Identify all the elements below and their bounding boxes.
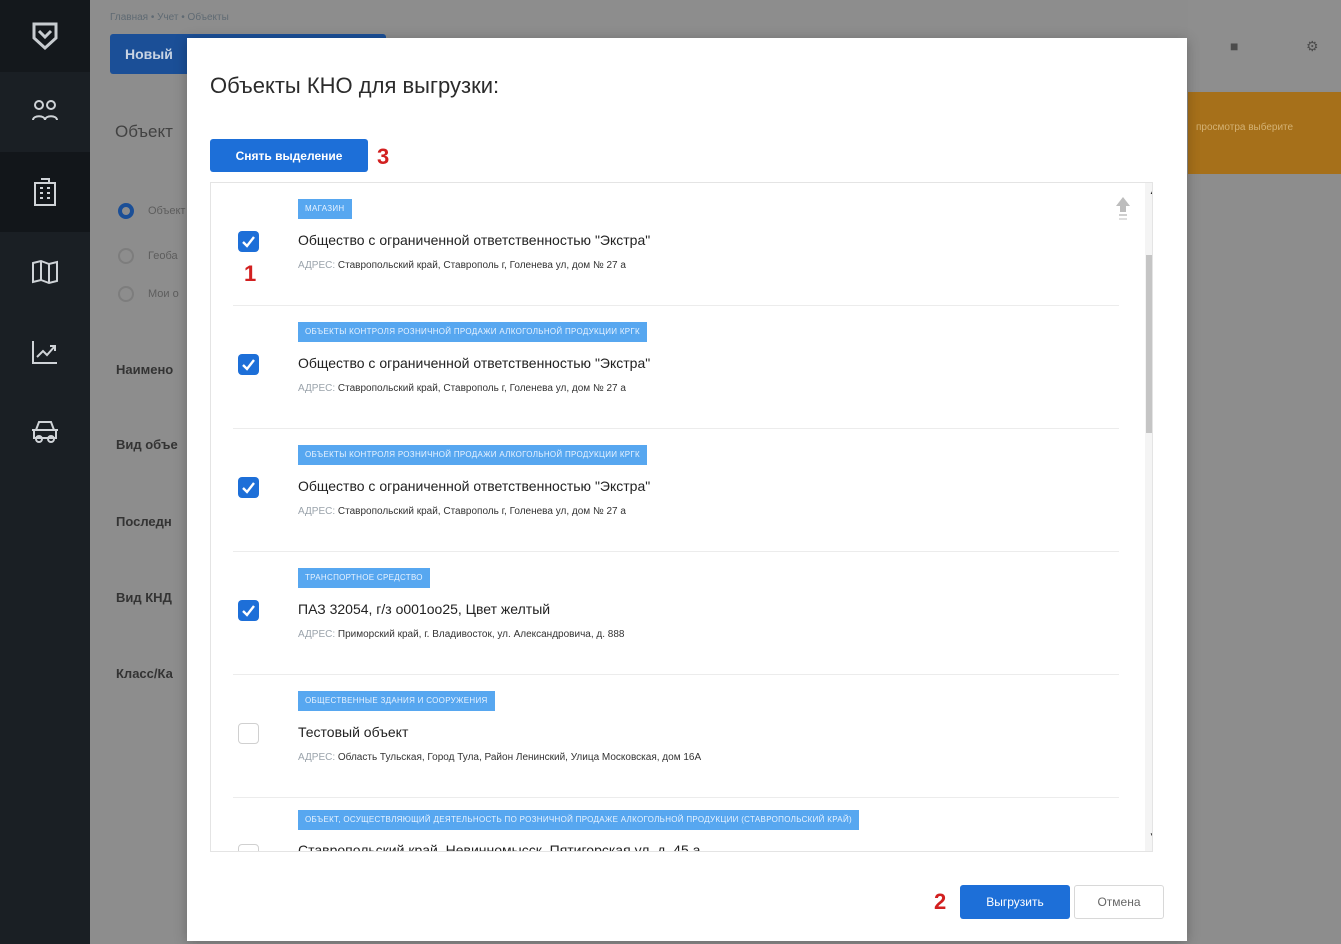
address-value: Область Тульская, Город Тула, Район Лени… <box>337 752 702 763</box>
list-item[interactable]: ОБЪЕКТЫ КОНТРОЛЯ РОЗНИЧНОЙ ПРОДАЖИ АЛКОГ… <box>211 306 1131 429</box>
scroll-down-arrow-icon[interactable]: ▼ <box>1149 831 1152 840</box>
annotation-marker-1: 1 <box>244 261 257 286</box>
field-label: Наимено <box>116 362 174 377</box>
objects-list-viewport: МАГАЗИН Общество с ограниченной ответств… <box>211 183 1131 852</box>
item-checkbox[interactable] <box>238 723 259 744</box>
scroll-to-top-icon[interactable] <box>1115 195 1131 221</box>
section-title: Объект <box>115 122 173 141</box>
list-item[interactable]: ОБЪЕКТ, ОСУЩЕСТВЛЯЮЩИЙ ДЕЯТЕЛЬНОСТЬ ПО Р… <box>211 798 1131 852</box>
item-checkbox[interactable] <box>238 844 259 851</box>
list-item[interactable]: ТРАНСПОРТНОЕ СРЕДСТВО ПАЗ 32054, г/з о00… <box>211 552 1131 675</box>
radio-objects[interactable] <box>118 203 134 219</box>
scrollbar-thumb[interactable] <box>1146 255 1152 433</box>
radio-label: Геоба <box>148 250 178 262</box>
objects-list[interactable]: МАГАЗИН Общество с ограниченной ответств… <box>210 182 1153 852</box>
item-checkbox[interactable] <box>238 600 259 621</box>
list-item[interactable]: ОБЩЕСТВЕННЫЕ ЗДАНИЯ И СООРУЖЕНИЯ Тестовы… <box>211 675 1131 798</box>
item-checkbox[interactable] <box>238 231 259 252</box>
item-name: Ставропольский край, Невинномысск, Пятиг… <box>298 842 701 852</box>
category-tag: ОБЪЕКТЫ КОНТРОЛЯ РОЗНИЧНОЙ ПРОДАЖИ АЛКОГ… <box>298 322 648 342</box>
car-icon[interactable] <box>0 392 90 472</box>
item-address: АДРЕС: Ставропольский край, Ставрополь г… <box>298 506 626 517</box>
item-name: Общество с ограниченной ответственностью… <box>298 478 651 494</box>
address-value: Ставропольский край, Ставрополь г, Голен… <box>337 260 626 271</box>
chart-trend-icon[interactable] <box>0 312 90 392</box>
info-banner: просмотра выберите <box>1188 92 1341 174</box>
item-name: ПАЗ 32054, г/з о001оо25, Цвет желтый <box>298 601 551 617</box>
category-tag: ТРАНСПОРТНОЕ СРЕДСТВО <box>298 568 430 588</box>
address-label: АДРЕС: <box>298 629 336 640</box>
item-address: АДРЕС: Ставропольский край, Ставрополь г… <box>298 260 626 271</box>
address-value: Ставропольский край, Ставрополь г, Голен… <box>337 506 626 517</box>
category-tag: МАГАЗИН <box>298 199 352 219</box>
item-checkbox[interactable] <box>238 354 259 375</box>
cancel-button[interactable]: Отмена <box>1074 885 1164 919</box>
category-tag: ОБЪЕКТ, ОСУЩЕСТВЛЯЮЩИЙ ДЕЯТЕЛЬНОСТЬ ПО Р… <box>298 810 859 830</box>
item-name: Общество с ограниченной ответственностью… <box>298 232 651 248</box>
item-address: АДРЕС: Ставропольский край, Ставрополь г… <box>298 383 626 394</box>
address-value: Ставропольский край, Ставрополь г, Голен… <box>337 383 626 394</box>
export-modal: Объекты КНО для выгрузки: Снять выделени… <box>187 38 1187 941</box>
item-address: АДРЕС: Область Тульская, Город Тула, Рай… <box>298 752 701 763</box>
radio-label: Мои о <box>148 288 179 300</box>
field-label: Класс/Ка <box>116 666 173 681</box>
modal-title: Объекты КНО для выгрузки: <box>210 73 500 98</box>
item-address: АДРЕС: Приморский край, г. Владивосток, … <box>298 629 624 640</box>
address-label: АДРЕС: <box>298 260 336 271</box>
export-button[interactable]: Выгрузить <box>960 885 1070 919</box>
category-tag: ОБЪЕКТЫ КОНТРОЛЯ РОЗНИЧНОЙ ПРОДАЖИ АЛКОГ… <box>298 445 648 465</box>
list-item[interactable]: МАГАЗИН Общество с ограниченной ответств… <box>211 183 1131 306</box>
building-icon[interactable] <box>0 152 90 232</box>
address-value: Приморский край, г. Владивосток, ул. Але… <box>337 629 625 640</box>
item-name: Общество с ограниченной ответственностью… <box>298 355 651 371</box>
gear-icon[interactable]: ⚙ <box>1306 38 1319 55</box>
radio-mine[interactable] <box>118 286 134 302</box>
radio-label: Объект <box>148 205 186 217</box>
address-label: АДРЕС: <box>298 752 336 763</box>
map-icon[interactable] <box>0 232 90 312</box>
radio-geo[interactable] <box>118 248 134 264</box>
bell-icon[interactable]: ■ <box>1230 38 1238 54</box>
address-label: АДРЕС: <box>298 383 336 394</box>
field-label: Вид КНД <box>116 590 172 605</box>
field-label: Последн <box>116 514 172 529</box>
list-item[interactable]: ОБЪЕКТЫ КОНТРОЛЯ РОЗНИЧНОЙ ПРОДАЖИ АЛКОГ… <box>211 429 1131 552</box>
logo-shield-icon[interactable] <box>0 0 90 72</box>
address-label: АДРЕС: <box>298 506 336 517</box>
annotation-marker-3: 3 <box>377 144 390 169</box>
deselect-button[interactable]: Снять выделение <box>210 139 368 172</box>
annotation-marker-2: 2 <box>934 889 947 914</box>
field-label: Вид объе <box>116 437 178 452</box>
item-name: Тестовый объект <box>298 724 409 740</box>
topbar-actions: ■ ⚙ <box>1188 0 1341 90</box>
sidebar <box>0 0 90 944</box>
scroll-up-arrow-icon[interactable]: ▲ <box>1149 187 1152 196</box>
item-checkbox[interactable] <box>238 477 259 498</box>
users-icon[interactable] <box>0 72 90 152</box>
breadcrumb[interactable]: Главная • Учет • Объекты <box>110 12 229 23</box>
category-tag: ОБЩЕСТВЕННЫЕ ЗДАНИЯ И СООРУЖЕНИЯ <box>298 691 495 711</box>
